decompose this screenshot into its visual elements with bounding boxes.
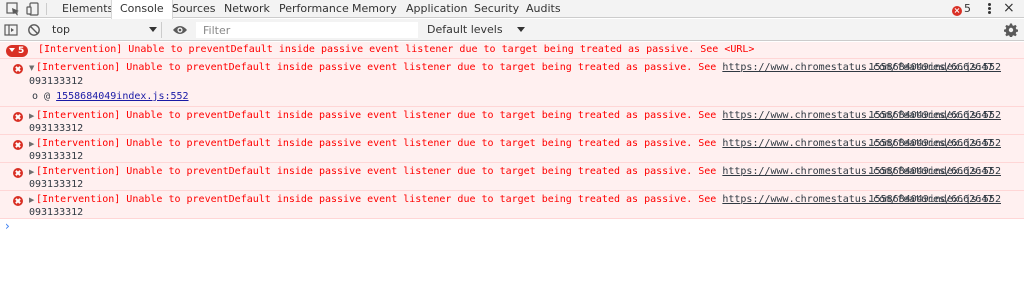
- message-url-continuation: 093133312: [29, 151, 84, 162]
- console-message[interactable]: ▶ [Intervention] Unable to preventDefaul…: [0, 135, 1024, 163]
- message-source-link[interactable]: 1558684049index.js:552: [869, 166, 1001, 177]
- clear-console-icon[interactable]: [27, 23, 41, 37]
- message-text: [Intervention] Unable to preventDefault …: [36, 62, 723, 73]
- tab-memory[interactable]: Memory: [344, 0, 405, 18]
- chevron-down-icon: [517, 27, 525, 32]
- message-source-link[interactable]: 1558684049index.js:552: [869, 138, 1001, 149]
- message-text: [Intervention] Unable to preventDefault …: [36, 138, 723, 149]
- context-selector-value: top: [52, 23, 71, 36]
- gear-icon[interactable]: [1004, 23, 1018, 37]
- message-url-continuation: 093133312: [29, 179, 84, 190]
- log-levels-value: Default levels: [427, 23, 503, 36]
- filter-box: [196, 22, 418, 38]
- console-message[interactable]: ▶ [Intervention] Unable to preventDefaul…: [0, 163, 1024, 191]
- message-source-link[interactable]: 1558684049index.js:552: [869, 110, 1001, 121]
- group-count-badge: 5: [6, 45, 29, 57]
- filter-input[interactable]: [197, 23, 417, 37]
- message-url-continuation: 093133312: [29, 207, 84, 218]
- tabbar-separator: [46, 3, 47, 15]
- collapse-triangle-icon: [9, 48, 15, 52]
- sidebar-toggle-icon[interactable]: [4, 23, 18, 37]
- message-source-link[interactable]: 1558684049index.js:552: [869, 62, 1001, 73]
- console-message[interactable]: ▼ [Intervention] Unable to preventDefaul…: [0, 59, 1024, 107]
- console-toolbar: top Default levels: [0, 19, 1024, 41]
- collapsed-arrow-icon[interactable]: ▶: [29, 168, 34, 176]
- console-prompt[interactable]: ›: [5, 219, 10, 233]
- tab-audits[interactable]: Audits: [518, 0, 569, 18]
- console-output: 5 [Intervention] Unable to preventDefaul…: [0, 42, 1024, 233]
- error-icon: [13, 196, 23, 206]
- error-icon: [13, 112, 23, 122]
- tab-sources[interactable]: Sources: [164, 0, 224, 18]
- error-counter[interactable]: × 5: [952, 0, 971, 18]
- console-message[interactable]: ▶ [Intervention] Unable to preventDefaul…: [0, 107, 1024, 135]
- inspect-element-icon[interactable]: [6, 2, 20, 16]
- error-icon: ×: [952, 6, 962, 16]
- message-text: [Intervention] Unable to preventDefault …: [36, 110, 723, 121]
- error-count: 5: [964, 2, 971, 15]
- tab-network[interactable]: Network: [216, 0, 278, 18]
- error-icon: [13, 168, 23, 178]
- message-group[interactable]: 5 [Intervention] Unable to preventDefaul…: [0, 42, 1024, 59]
- console-message[interactable]: ▶ [Intervention] Unable to preventDefaul…: [0, 191, 1024, 219]
- devtools-tabbar: Elements Console Sources Network Perform…: [0, 0, 1024, 19]
- message-text: [Intervention] Unable to preventDefault …: [36, 166, 723, 177]
- expanded-arrow-icon[interactable]: ▼: [29, 64, 34, 72]
- collapsed-arrow-icon[interactable]: ▶: [29, 140, 34, 148]
- stack-frame-link[interactable]: 1558684049index.js:552: [56, 91, 188, 102]
- message-url-continuation: 093133312: [29, 76, 84, 87]
- message-url-continuation: 093133312: [29, 123, 84, 134]
- message-source-link[interactable]: 1558684049index.js:552: [869, 194, 1001, 205]
- log-levels-dropdown[interactable]: Default levels: [427, 22, 527, 38]
- eye-icon[interactable]: [172, 24, 188, 36]
- more-options-icon[interactable]: [986, 2, 992, 16]
- stack-trace-frame: o @ 1558684049index.js:552: [32, 91, 189, 102]
- error-icon: [13, 64, 23, 74]
- error-icon: [13, 140, 23, 150]
- device-toolbar-icon[interactable]: [26, 2, 40, 16]
- chevron-down-icon: [149, 27, 157, 32]
- message-text: [Intervention] Unable to preventDefault …: [36, 194, 723, 205]
- collapsed-arrow-icon[interactable]: ▶: [29, 196, 34, 204]
- context-selector[interactable]: top: [52, 22, 162, 38]
- tab-application[interactable]: Application: [398, 0, 475, 18]
- collapsed-arrow-icon[interactable]: ▶: [29, 112, 34, 120]
- close-icon[interactable]: ×: [1003, 0, 1015, 18]
- group-message-text: [Intervention] Unable to preventDefault …: [38, 44, 755, 55]
